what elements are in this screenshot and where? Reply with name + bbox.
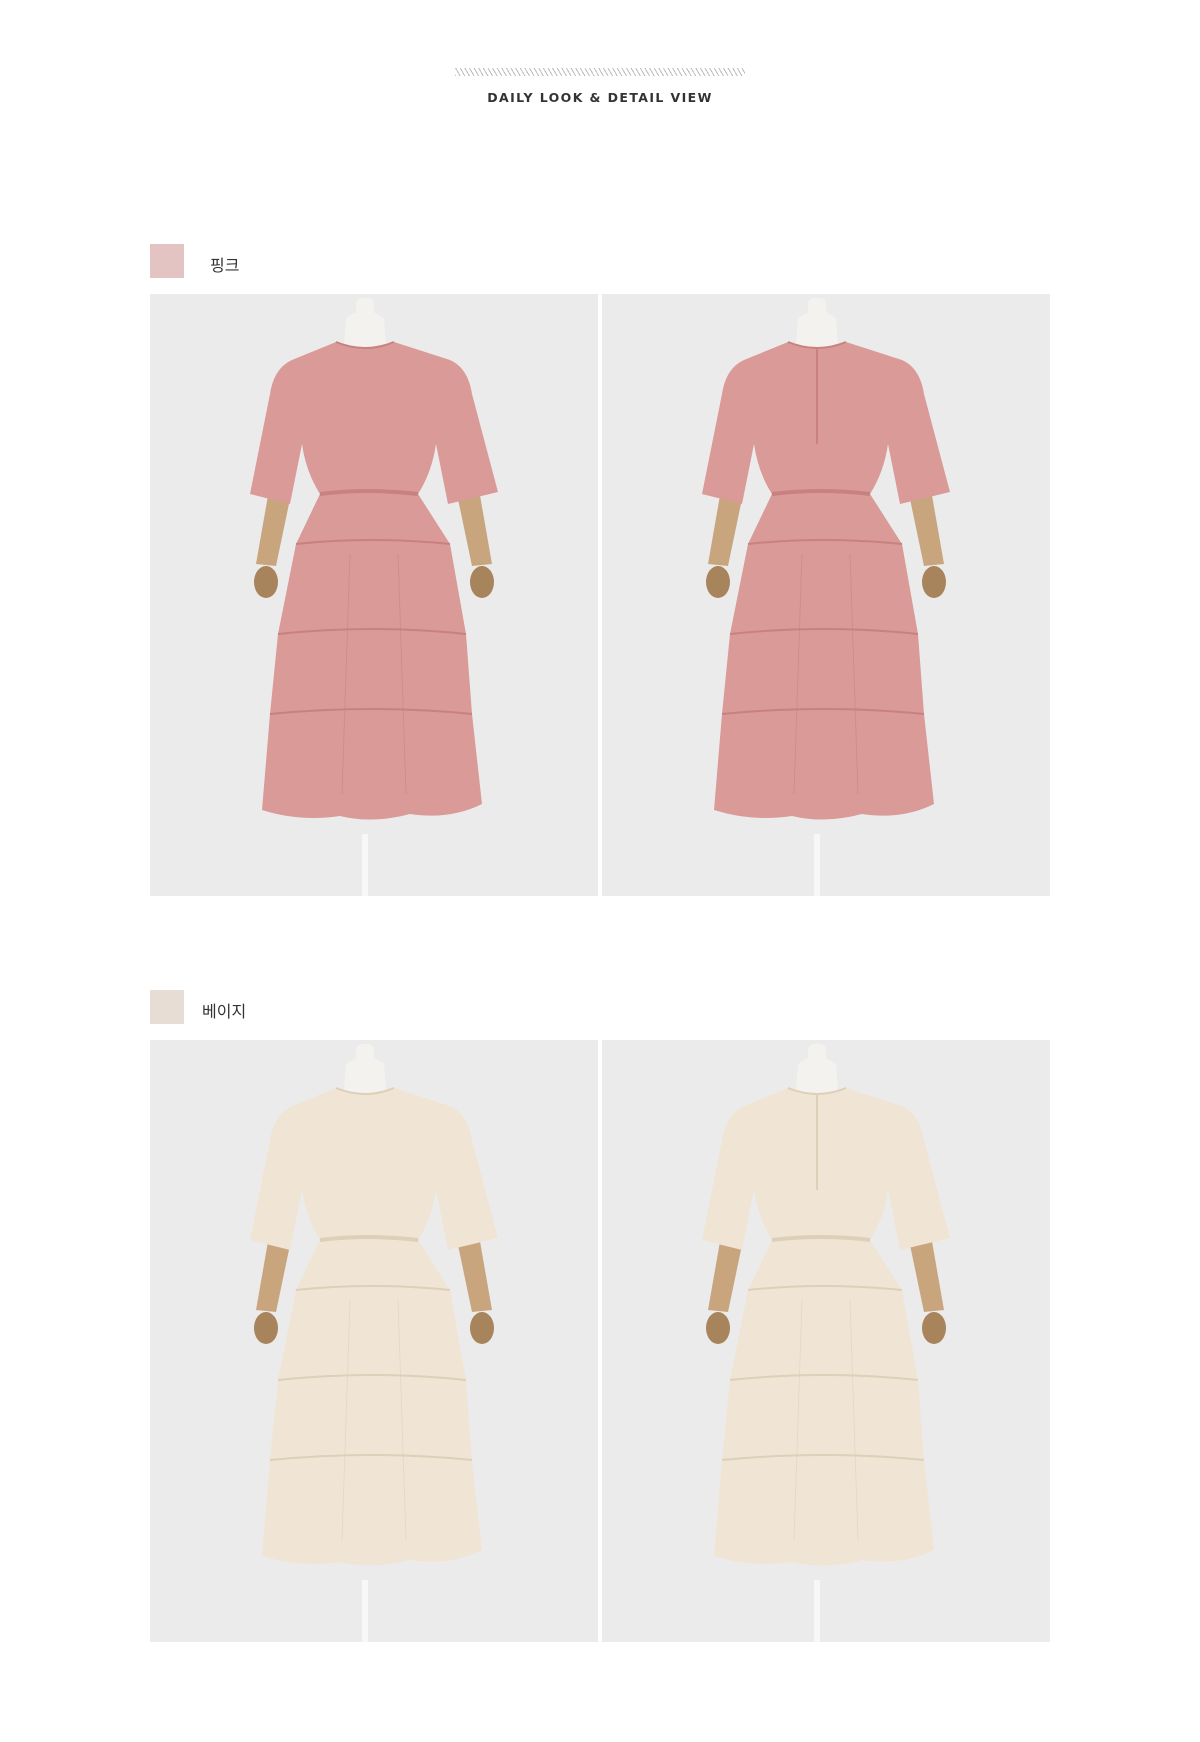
dress-back-icon xyxy=(602,1040,1050,1642)
color-label: 핑크 xyxy=(210,256,240,275)
color-header: 베이지 xyxy=(150,990,1050,1024)
color-section-beige: 베이지 xyxy=(150,990,1050,1642)
page-header: DAILY LOOK & DETAIL VIEW xyxy=(0,68,1200,105)
product-photo-back xyxy=(602,294,1050,896)
photo-row xyxy=(150,1040,1050,1642)
color-section-pink: 핑크 xyxy=(150,244,1050,896)
dress-front-icon xyxy=(150,1040,598,1642)
product-photo-front xyxy=(150,1040,598,1642)
product-photo-front xyxy=(150,294,598,896)
color-header: 핑크 xyxy=(150,244,1050,278)
slash-divider xyxy=(455,68,745,76)
product-photo-back xyxy=(602,1040,1050,1642)
photo-row xyxy=(150,294,1050,896)
color-swatch xyxy=(150,990,184,1024)
color-swatch xyxy=(150,244,184,278)
dress-front-icon xyxy=(150,294,598,896)
dress-back-icon xyxy=(602,294,1050,896)
page-title: DAILY LOOK & DETAIL VIEW xyxy=(487,90,713,105)
color-label: 베이지 xyxy=(202,1002,247,1021)
